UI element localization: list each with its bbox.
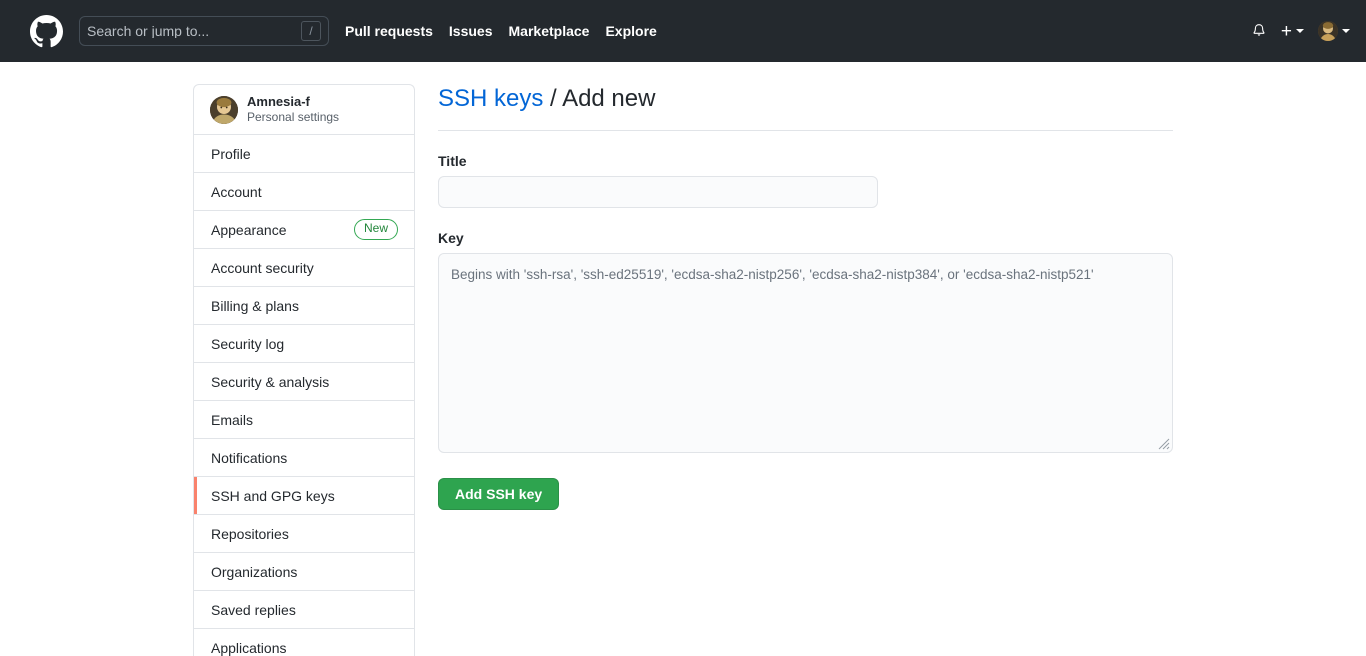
- avatar: [210, 96, 238, 124]
- sidebar-item-notifications[interactable]: Notifications: [194, 439, 414, 477]
- search-placeholder: Search or jump to...: [87, 24, 301, 38]
- sidebar-item-label: Account: [211, 184, 262, 200]
- sidebar-item-label: Organizations: [211, 564, 297, 580]
- key-field-block: Key: [438, 230, 1173, 458]
- title-field-block: Title: [438, 153, 1173, 208]
- avatar: [1318, 21, 1338, 41]
- sidebar-item-applications[interactable]: Applications: [194, 629, 414, 656]
- global-header: Search or jump to... / Pull requests Iss…: [0, 0, 1366, 62]
- sidebar-item-saved-replies[interactable]: Saved replies: [194, 591, 414, 629]
- sidebar-item-label: Applications: [211, 640, 287, 656]
- sidebar-item-account-security[interactable]: Account security: [194, 249, 414, 287]
- sidebar-item-label: Emails: [211, 412, 253, 428]
- primary-nav: Pull requests Issues Marketplace Explore: [345, 23, 657, 39]
- sidebar-item-label: SSH and GPG keys: [211, 488, 335, 504]
- sidebar-item-repositories[interactable]: Repositories: [194, 515, 414, 553]
- sidebar-item-appearance[interactable]: Appearance New: [194, 211, 414, 249]
- sidebar-item-label: Repositories: [211, 526, 289, 542]
- nav-link-marketplace[interactable]: Marketplace: [509, 23, 590, 39]
- sidebar-item-billing-plans[interactable]: Billing & plans: [194, 287, 414, 325]
- breadcrumb-current: Add new: [562, 85, 655, 112]
- sidebar-item-account[interactable]: Account: [194, 173, 414, 211]
- user-menu[interactable]: [1318, 21, 1350, 41]
- sidebar-item-label: Account security: [211, 260, 314, 276]
- sidebar-item-label: Profile: [211, 146, 251, 162]
- sidebar-profile-text: Amnesia-f Personal settings: [247, 94, 339, 125]
- nav-link-explore[interactable]: Explore: [605, 23, 656, 39]
- key-textarea[interactable]: [438, 253, 1173, 453]
- sidebar-item-emails[interactable]: Emails: [194, 401, 414, 439]
- sidebar-item-profile[interactable]: Profile: [194, 135, 414, 173]
- sidebar-profile-subtitle: Personal settings: [247, 110, 339, 125]
- plus-icon: +: [1281, 22, 1292, 41]
- nav-link-pull-requests[interactable]: Pull requests: [345, 23, 433, 39]
- breadcrumb-separator: /: [550, 85, 557, 112]
- bell-icon[interactable]: [1251, 23, 1267, 40]
- sidebar-item-security-log[interactable]: Security log: [194, 325, 414, 363]
- page-body: Amnesia-f Personal settings Profile Acco…: [0, 62, 1366, 656]
- sidebar-item-label: Saved replies: [211, 602, 296, 618]
- key-label: Key: [438, 230, 1173, 246]
- title-label: Title: [438, 153, 1173, 169]
- sidebar-item-label: Billing & plans: [211, 298, 299, 314]
- sidebar-item-label: Security & analysis: [211, 374, 329, 390]
- sidebar-profile[interactable]: Amnesia-f Personal settings: [194, 85, 414, 135]
- title-input[interactable]: [438, 176, 878, 208]
- github-mark-icon[interactable]: [30, 15, 63, 48]
- sidebar-item-label: Security log: [211, 336, 284, 352]
- main-content: SSH keys / Add new Title Key Add SSH key: [438, 84, 1173, 510]
- add-ssh-key-button[interactable]: Add SSH key: [438, 478, 559, 510]
- sidebar-item-label: Appearance: [211, 222, 287, 238]
- sidebar-item-label: Notifications: [211, 450, 287, 466]
- new-badge: New: [354, 219, 398, 240]
- create-new-menu[interactable]: +: [1281, 22, 1304, 41]
- sidebar-item-ssh-and-gpg-keys[interactable]: SSH and GPG keys: [194, 477, 414, 515]
- search-shortcut-badge: /: [301, 21, 321, 41]
- chevron-down-icon: [1296, 29, 1304, 33]
- breadcrumb-link-ssh-keys[interactable]: SSH keys: [438, 85, 543, 112]
- page-title: SSH keys / Add new: [438, 84, 1173, 131]
- settings-sidebar: Amnesia-f Personal settings Profile Acco…: [193, 84, 415, 656]
- search-input[interactable]: Search or jump to... /: [79, 16, 329, 46]
- sidebar-item-organizations[interactable]: Organizations: [194, 553, 414, 591]
- key-textarea-wrap: [438, 253, 1173, 453]
- header-actions: +: [1251, 0, 1350, 62]
- sidebar-item-security-analysis[interactable]: Security & analysis: [194, 363, 414, 401]
- chevron-down-icon: [1342, 29, 1350, 33]
- sidebar-profile-name: Amnesia-f: [247, 94, 339, 110]
- nav-link-issues[interactable]: Issues: [449, 23, 493, 39]
